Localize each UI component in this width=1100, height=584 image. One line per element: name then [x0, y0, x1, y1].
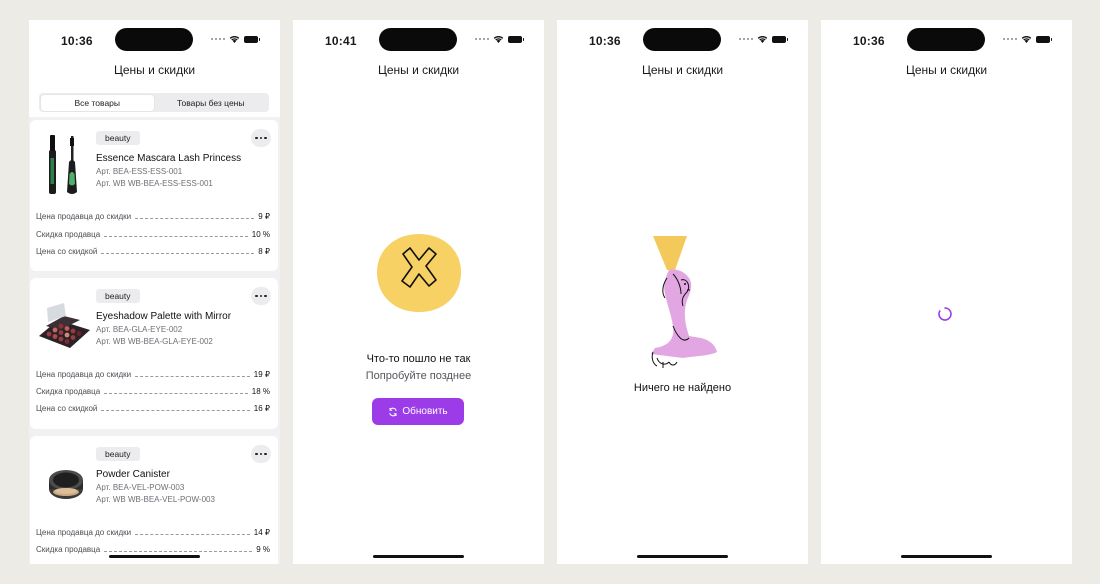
loading-spinner-icon	[938, 307, 952, 321]
category-badge: beauty	[96, 131, 140, 145]
price-row: Цена со скидкой 16 ₽	[36, 401, 270, 413]
product-article: Арт. BEA-GLA-EYE-002	[96, 325, 183, 334]
signal-icon	[1002, 37, 1017, 41]
refresh-icon	[389, 407, 398, 416]
more-options-button[interactable]	[251, 129, 271, 147]
tab-all-products[interactable]: Все товары	[40, 94, 154, 111]
product-article-wb: Арт. WB WB-BEA-ESS-ESS-001	[96, 179, 213, 188]
price-value: 8 ₽	[258, 247, 270, 256]
dynamic-island	[379, 28, 457, 51]
powder-canister-image	[49, 470, 83, 499]
price-label: Цена со скидкой	[36, 247, 98, 256]
price-label: Цена со скидкой	[36, 404, 98, 413]
battery-icon	[508, 35, 524, 43]
home-indicator	[901, 555, 992, 558]
price-label: Цена продавца до скидки	[36, 528, 132, 537]
price-value: 16 ₽	[253, 404, 270, 413]
price-value: 9 ₽	[258, 212, 270, 221]
wifi-icon	[757, 36, 768, 43]
status-icons	[1002, 35, 1052, 43]
price-row: Цена продавца до скидки 19 ₽	[36, 367, 270, 379]
error-title: Что-то пошло не так	[366, 353, 471, 365]
price-label: Цена продавца до скидки	[36, 212, 132, 221]
category-badge: beauty	[96, 289, 140, 303]
status-time: 10:36	[853, 34, 885, 48]
page-title: Цены и скидки	[641, 63, 724, 77]
wifi-icon	[493, 36, 504, 43]
tab-products-without-price[interactable]: Товары без цены	[154, 95, 268, 111]
more-options-button[interactable]	[251, 287, 271, 305]
status-bar: 10:41	[293, 20, 544, 64]
price-row: Скидка продавца 9 %	[36, 542, 270, 554]
price-label: Скидка продавца	[36, 545, 101, 554]
product-list: beauty Essence Mascara Lash Princess Арт…	[29, 117, 280, 564]
price-row: Скидка продавца 18 %	[36, 384, 270, 396]
price-row: Цена со скидкой 8 ₽	[36, 244, 270, 256]
screen-error: 10:41 Цены и скидки Что-то пошло не так …	[293, 20, 544, 564]
price-value: 10 %	[251, 230, 270, 239]
battery-icon	[244, 35, 260, 43]
product-article: Арт. BEA-VEL-POW-003	[96, 483, 185, 492]
screen-loading: 10:36 Цены и скидки	[821, 20, 1072, 564]
page-title: Цены и скидки	[905, 63, 988, 77]
status-time: 10:36	[589, 34, 621, 48]
eyeshadow-palette-image	[39, 303, 90, 348]
screen-product-list: 10:36 Цены и скидки Все товары Товары бе…	[29, 20, 280, 564]
status-time: 10:36	[61, 34, 93, 48]
price-value: 9 %	[256, 545, 270, 554]
status-icons	[210, 35, 260, 43]
home-indicator	[109, 555, 200, 558]
status-bar: 10:36	[821, 20, 1072, 64]
dynamic-island	[115, 28, 193, 51]
wifi-icon	[229, 36, 240, 43]
price-value: 18 %	[251, 387, 270, 396]
price-row: Цена продавца до скидки 9 ₽	[36, 209, 270, 221]
empty-state-text: Ничего не найдено	[633, 382, 732, 394]
signal-icon	[474, 37, 489, 41]
error-subtitle: Попробуйте позднее	[365, 370, 472, 382]
price-value: 14 ₽	[253, 528, 270, 537]
product-card[interactable]: beauty Eyeshadow Palette with Mirror Арт…	[30, 278, 278, 429]
price-row: Скидка продавца 10 %	[36, 227, 270, 239]
product-card[interactable]: beauty Powder Canister Арт. BEA-VEL-POW-…	[30, 436, 278, 564]
refresh-label: Обновить	[402, 406, 448, 417]
battery-icon	[1036, 35, 1052, 43]
more-options-button[interactable]	[251, 445, 271, 463]
price-label: Цена продавца до скидки	[36, 370, 132, 379]
signal-icon	[738, 37, 753, 41]
home-indicator	[637, 555, 728, 558]
price-label: Скидка продавца	[36, 387, 101, 396]
product-article-wb: Арт. WB WB-BEA-VEL-POW-003	[96, 495, 215, 504]
product-name: Essence Mascara Lash Princess	[96, 153, 242, 164]
wifi-icon	[1021, 36, 1032, 43]
dynamic-island	[643, 28, 721, 51]
error-x-icon	[377, 234, 462, 313]
refresh-button[interactable]: Обновить	[372, 398, 464, 425]
status-bar: 10:36	[29, 20, 280, 64]
status-icons	[738, 35, 788, 43]
price-row: Цена продавца до скидки 14 ₽	[36, 525, 270, 537]
dynamic-island	[907, 28, 985, 51]
battery-icon	[772, 35, 788, 43]
empty-state-illustration	[651, 236, 717, 368]
price-value: 19 ₽	[253, 370, 270, 379]
price-label: Скидка продавца	[36, 230, 101, 239]
product-card[interactable]: beauty Essence Mascara Lash Princess Арт…	[30, 120, 278, 271]
page-title: Цены и скидки	[113, 63, 196, 77]
category-badge: beauty	[96, 447, 140, 461]
signal-icon	[210, 37, 225, 41]
screen-empty: 10:36 Цены и скидки Ничего не найдено	[557, 20, 808, 564]
product-name: Powder Canister	[96, 469, 170, 480]
product-article-wb: Арт. WB WB-BEA-GLA-EYE-002	[96, 337, 213, 346]
status-time: 10:41	[325, 34, 357, 48]
status-bar: 10:36	[557, 20, 808, 64]
page-title: Цены и скидки	[377, 63, 460, 77]
product-article: Арт. BEA-ESS-ESS-001	[96, 167, 183, 176]
product-name: Eyeshadow Palette with Mirror	[96, 311, 232, 322]
mascara-image	[49, 135, 77, 194]
home-indicator	[373, 555, 464, 558]
status-icons	[474, 35, 524, 43]
segmented-control: Все товары Товары без цены	[39, 93, 269, 112]
